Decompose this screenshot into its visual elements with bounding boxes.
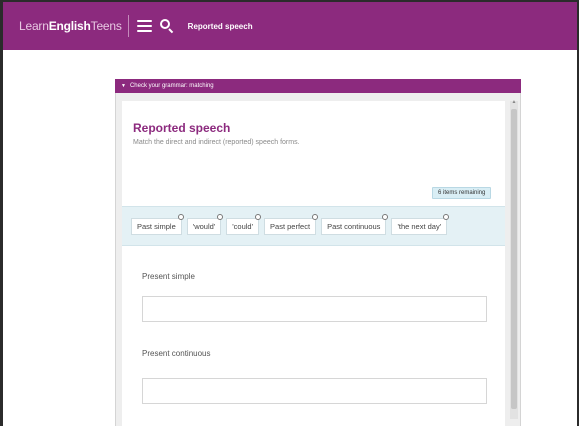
drop-zone-present-continuous[interactable] xyxy=(142,378,487,404)
logo-teens: Teens xyxy=(90,19,122,33)
drag-handle-icon xyxy=(382,214,389,220)
site-logo[interactable]: Learn English Teens xyxy=(3,2,122,50)
breadcrumb-current-page[interactable]: Reported speech xyxy=(188,22,253,31)
drag-handle-icon xyxy=(217,214,224,220)
drag-handle-icon xyxy=(443,214,450,220)
drag-item-past-simple[interactable]: Past simple xyxy=(131,214,184,235)
scrollbar-thumb[interactable] xyxy=(511,109,517,409)
exercise-title: Reported speech xyxy=(133,121,231,135)
drag-item-past-perfect[interactable]: Past perfect xyxy=(264,214,319,235)
search-icon[interactable] xyxy=(159,19,174,34)
drag-handle-icon xyxy=(177,214,184,220)
exercise-section-header[interactable]: ▼ Check your grammar: matching xyxy=(115,79,521,93)
drag-item-could[interactable]: 'could' xyxy=(226,214,262,235)
target-label-present-simple: Present simple xyxy=(142,272,195,281)
drag-item-would[interactable]: 'would' xyxy=(186,214,224,235)
drag-item-label: 'could' xyxy=(232,222,254,231)
draggable-items-tray: Past simple 'would' 'could' Past perfect… xyxy=(122,206,505,246)
exercise-card: Reported speech Match the direct and ind… xyxy=(122,101,505,426)
top-navigation-bar: Learn English Teens Reported speech xyxy=(3,2,577,50)
section-header-label: Check your grammar: matching xyxy=(129,83,214,89)
drag-item-label: Past simple xyxy=(137,222,176,231)
drag-item-label: 'would' xyxy=(192,222,216,231)
hamburger-menu-icon[interactable] xyxy=(136,20,152,32)
triangle-down-icon: ▼ xyxy=(121,83,126,89)
drag-item-past-continuous[interactable]: Past continuous xyxy=(321,214,389,235)
exercise-panel: Reported speech Match the direct and ind… xyxy=(115,93,521,426)
drag-handle-icon xyxy=(312,214,319,220)
drop-zone-present-simple[interactable] xyxy=(142,296,487,322)
drag-item-label: Past perfect xyxy=(270,222,311,231)
target-label-present-continuous: Present continuous xyxy=(142,349,211,358)
nav-divider xyxy=(127,15,129,37)
drag-item-label: Past continuous xyxy=(327,222,381,231)
drag-handle-icon xyxy=(255,214,262,220)
logo-learn: Learn xyxy=(19,19,49,33)
drag-item-label: 'the next day' xyxy=(397,222,442,231)
scroll-up-arrow-icon[interactable]: ▲ xyxy=(510,99,518,105)
exercise-instruction: Match the direct and indirect (reported)… xyxy=(133,139,300,146)
items-remaining-badge: 6 items remaining xyxy=(432,187,492,199)
logo-english: English xyxy=(48,19,91,33)
drag-item-the-next-day[interactable]: 'the next day' xyxy=(391,214,450,235)
